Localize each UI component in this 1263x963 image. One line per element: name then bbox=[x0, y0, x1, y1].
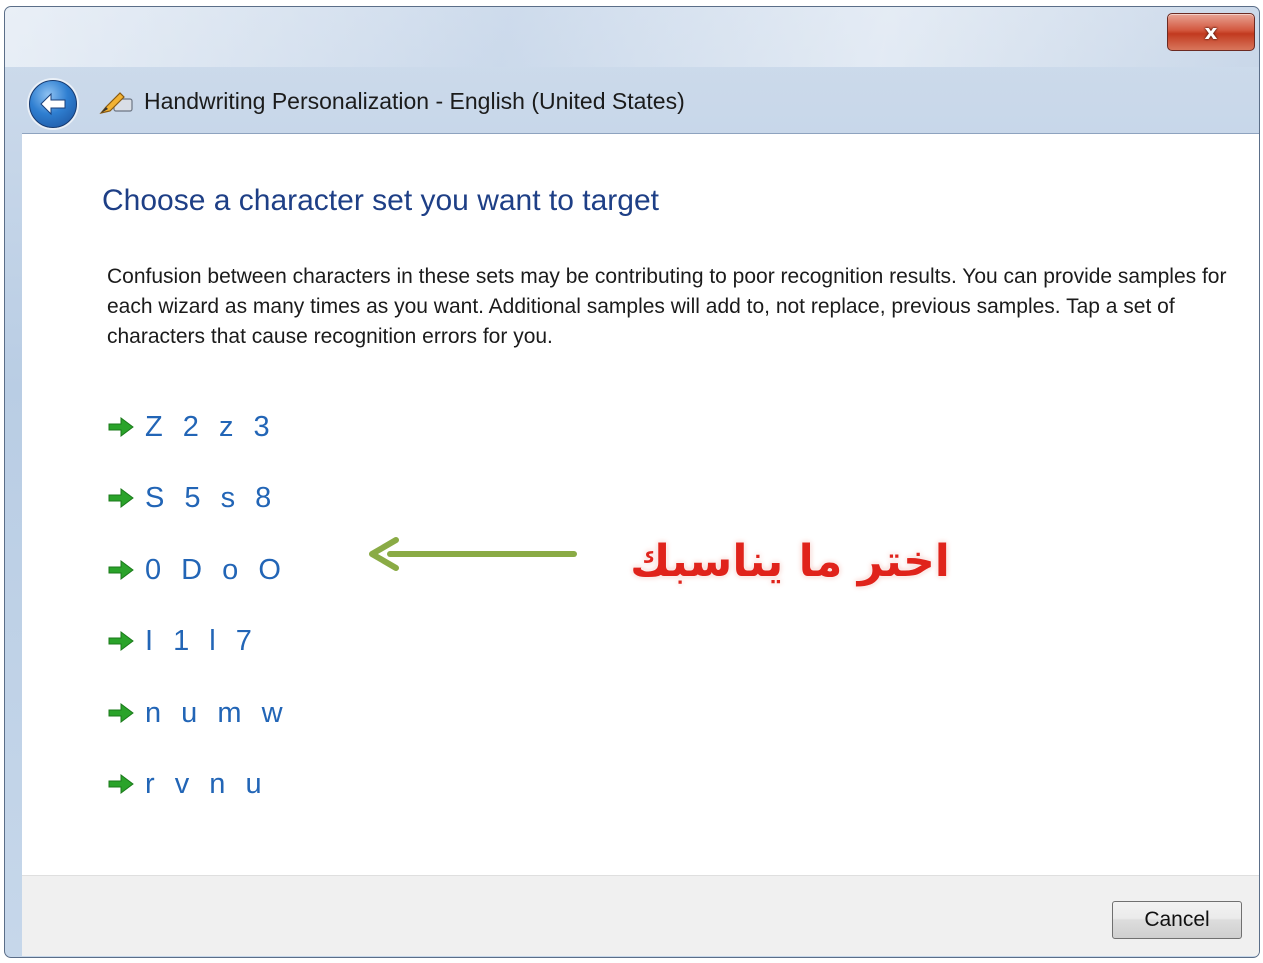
character-set-label: 0 D o O bbox=[145, 553, 287, 586]
green-right-arrow-icon bbox=[108, 560, 134, 580]
annotation-label: اختر ما يناسبك bbox=[630, 536, 950, 587]
instructions-text: Confusion between characters in these se… bbox=[107, 265, 1227, 348]
character-set-link[interactable]: S 5 s 8 bbox=[107, 480, 277, 516]
green-right-arrow-icon bbox=[108, 631, 134, 651]
character-set-label: n u m w bbox=[145, 696, 289, 729]
character-set-link[interactable]: r v n u bbox=[107, 766, 268, 802]
character-set-label: S 5 s 8 bbox=[145, 481, 278, 514]
character-set-label: r v n u bbox=[145, 767, 268, 800]
content-panel: Choose a character set you want to targe… bbox=[22, 133, 1259, 876]
green-right-arrow-icon bbox=[108, 417, 134, 437]
title-bar: x Handwriting Personalization - English … bbox=[5, 7, 1259, 133]
green-right-arrow-icon bbox=[108, 488, 134, 508]
page-heading: Choose a character set you want to targe… bbox=[102, 184, 659, 217]
back-arrow-icon bbox=[40, 92, 66, 116]
wizard-window: x Handwriting Personalization - English … bbox=[4, 6, 1260, 958]
close-icon: x bbox=[1204, 20, 1218, 44]
annotation-arrow-icon bbox=[369, 537, 577, 571]
green-right-arrow-icon bbox=[108, 774, 134, 794]
character-set-link[interactable]: Z 2 z 3 bbox=[107, 409, 276, 445]
green-right-arrow-icon bbox=[108, 703, 134, 723]
character-set-link[interactable]: n u m w bbox=[107, 695, 289, 731]
character-set-label: Z 2 z 3 bbox=[145, 410, 276, 443]
character-set-link[interactable]: 0 D o O bbox=[107, 552, 287, 588]
button-bar: Cancel bbox=[22, 875, 1259, 956]
character-set-label: I 1 l 7 bbox=[145, 624, 258, 657]
character-set-link[interactable]: I 1 l 7 bbox=[107, 623, 258, 659]
pen-tablet-icon bbox=[99, 92, 133, 114]
cancel-button[interactable]: Cancel bbox=[1112, 901, 1242, 939]
close-button[interactable]: x bbox=[1167, 13, 1255, 51]
back-button[interactable] bbox=[29, 80, 77, 128]
window-title: Handwriting Personalization - English (U… bbox=[144, 88, 685, 114]
